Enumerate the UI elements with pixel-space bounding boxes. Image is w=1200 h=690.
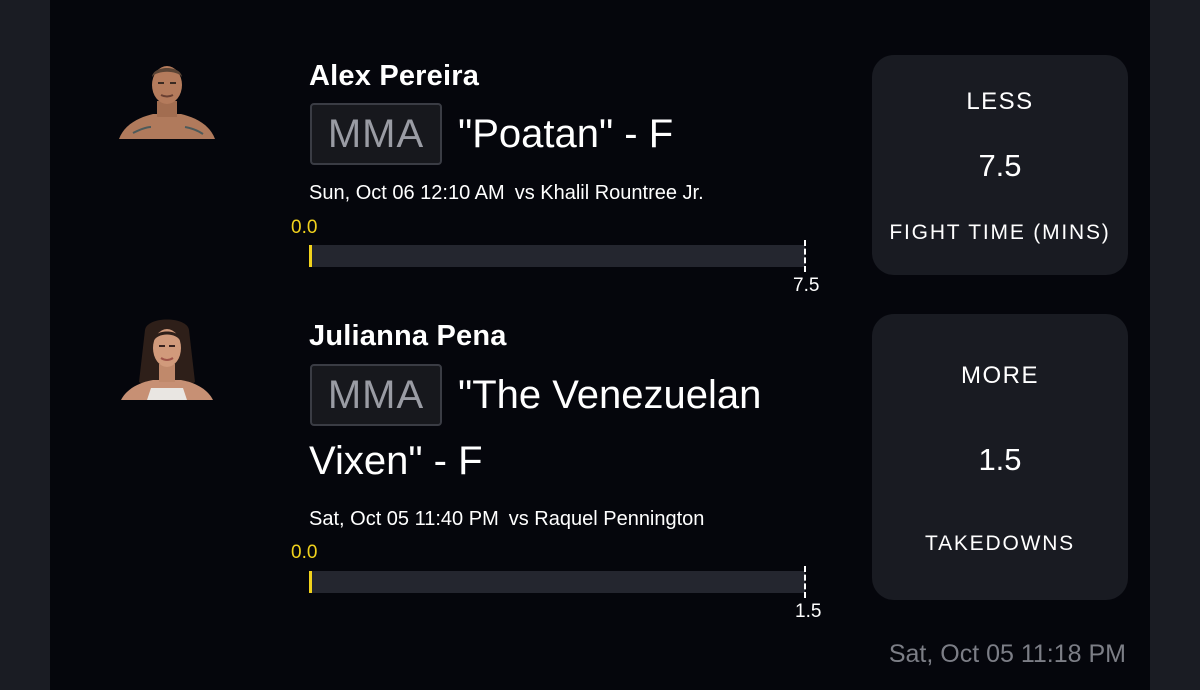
line-marker	[804, 566, 806, 598]
progress-end-label: 7.5	[793, 275, 820, 296]
progress-end-label: 1.5	[795, 601, 822, 622]
game-datetime: Sat, Oct 05 11:40 PM	[309, 508, 499, 530]
game-datetime: Sun, Oct 06 12:10 AM	[309, 182, 505, 204]
progress-track	[309, 245, 805, 267]
entry-timestamp: Sat, Oct 05 11:18 PM	[888, 640, 1126, 668]
player-name: Alex Pereira	[309, 60, 480, 92]
opponent: vs Khalil Rountree Jr.	[514, 182, 704, 204]
pick-stat: FIGHT TIME (MINS)	[889, 221, 1111, 244]
pick-direction: MORE	[961, 362, 1039, 389]
line-marker	[804, 240, 806, 272]
progress-fill	[309, 571, 312, 593]
pick-card-less[interactable]: LESS 7.5 FIGHT TIME (MINS)	[872, 55, 1128, 275]
player-avatar-julianna-pena	[117, 318, 217, 400]
pick-line: 7.5	[978, 148, 1022, 183]
progress-track	[309, 571, 805, 593]
player-nickname: "Poatan" - F	[458, 112, 674, 156]
league-badge: MMA	[310, 364, 442, 426]
player-name: Julianna Pena	[309, 320, 507, 352]
player-nickname-line1: "The Venezuelan	[458, 373, 762, 417]
pick-card-more[interactable]: MORE 1.5 TAKEDOWNS	[872, 314, 1128, 600]
league-badge: MMA	[310, 103, 442, 165]
pick-line: 1.5	[978, 442, 1022, 477]
pick-stat: TAKEDOWNS	[925, 532, 1075, 555]
pick-direction: LESS	[966, 88, 1034, 115]
progress-fill	[309, 245, 312, 267]
opponent: vs Raquel Pennington	[508, 508, 705, 530]
game-info: Sat, Oct 05 11:40 PM vs Raquel Pennington	[309, 508, 704, 531]
player-nickname-line2: Vixen" - F	[309, 439, 483, 483]
game-info: Sun, Oct 06 12:10 AM vs Khalil Rountree J…	[309, 182, 704, 205]
progress-start-label: 0.0	[291, 542, 318, 563]
player-avatar-alex-pereira	[117, 57, 217, 139]
progress-start-label: 0.0	[291, 217, 318, 238]
